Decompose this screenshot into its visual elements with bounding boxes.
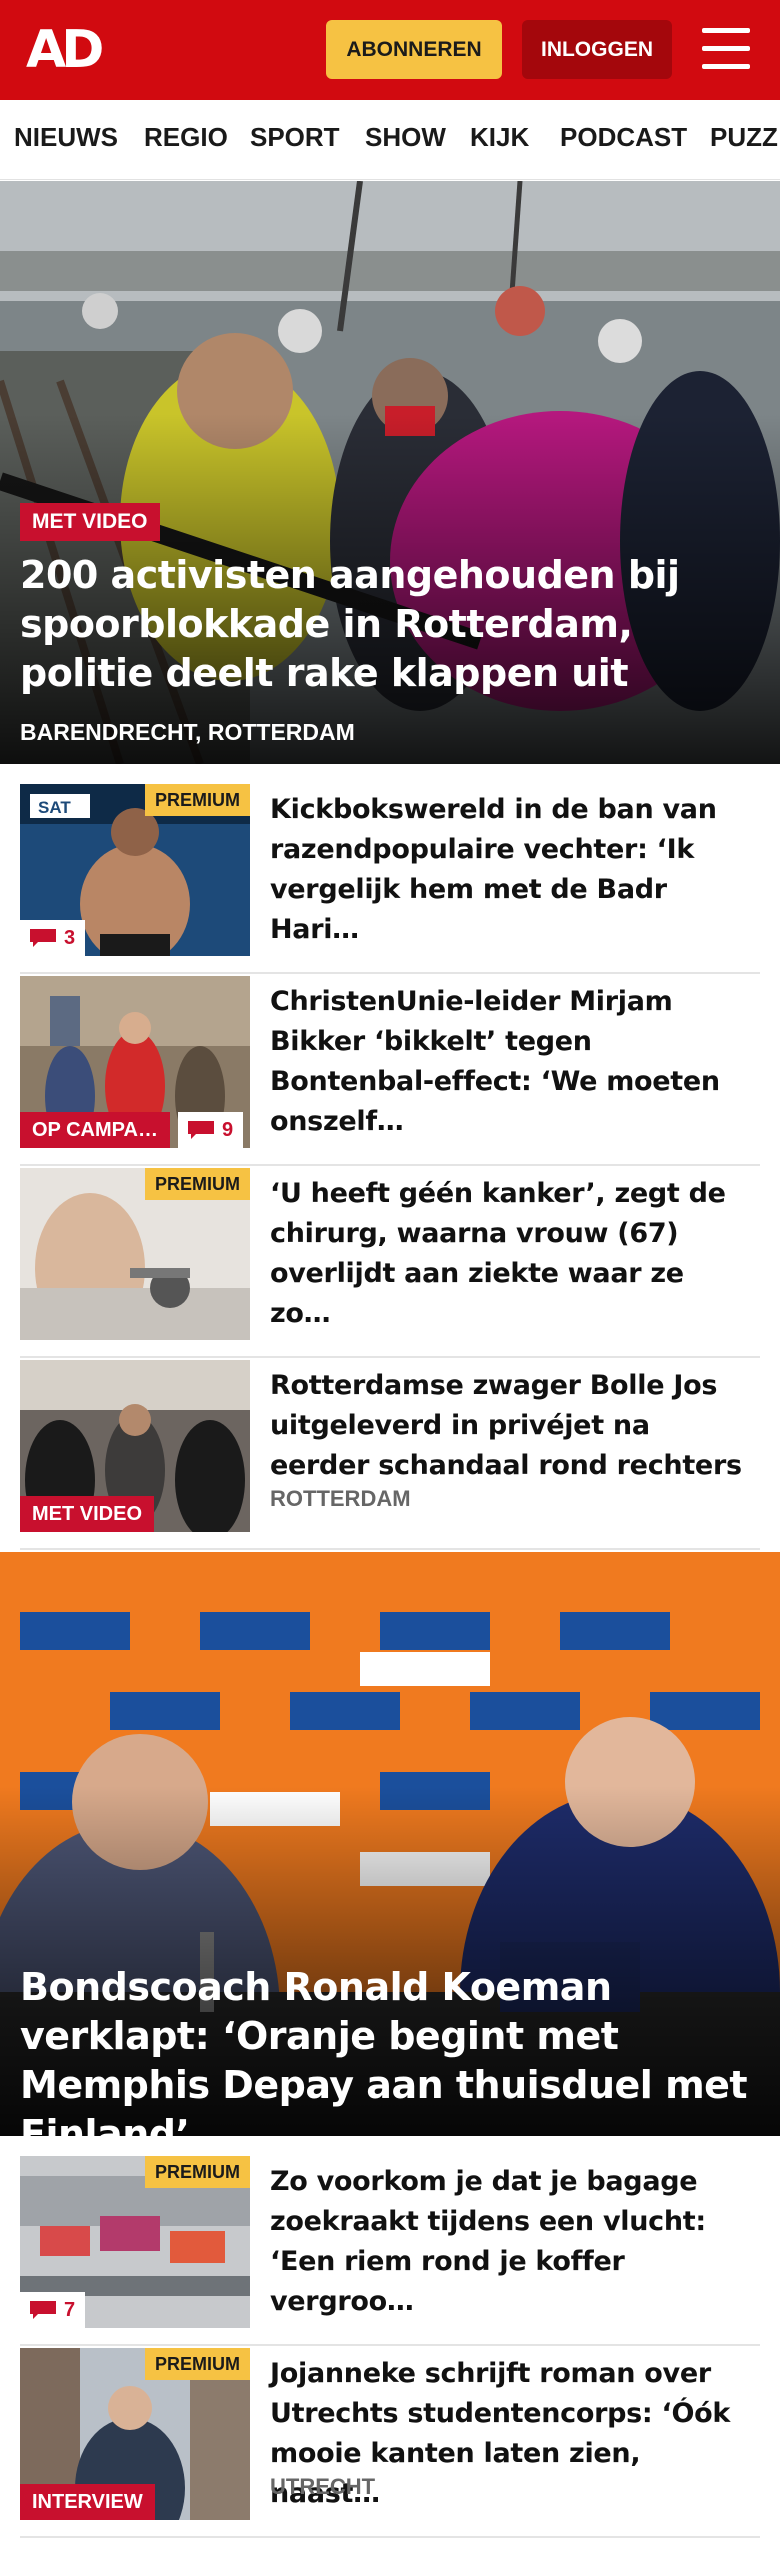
article-location: UTRECHT xyxy=(270,2474,376,2499)
hero-location: BARENDRECHT, ROTTERDAM xyxy=(20,719,355,745)
comment-bubble-icon xyxy=(30,2301,56,2319)
premium-badge: PREMIUM xyxy=(145,784,250,816)
campaign-badge: OP CAMPA… xyxy=(20,1112,170,1148)
article-title[interactable]: Zo voorkom je dat je bagage zoekraakt ti… xyxy=(270,2162,750,2322)
article-kickboks[interactable]: SAT PREMIUM 3 Kickbokswereld in de ban v… xyxy=(20,784,760,974)
nav-item-nieuws[interactable]: NIEUWS xyxy=(14,122,118,153)
comment-count[interactable]: 3 xyxy=(20,920,86,956)
comment-count[interactable]: 9 xyxy=(178,1112,244,1148)
comment-bubble-icon xyxy=(188,1121,214,1139)
article-kanker[interactable]: PREMIUM ‘U heeft géén kanker’, zegt de c… xyxy=(20,1168,760,1358)
comment-count-value: 9 xyxy=(222,1119,234,1141)
comment-count-value: 7 xyxy=(64,2299,76,2321)
hamburger-menu-icon[interactable] xyxy=(702,28,750,70)
article-bagage[interactable]: PREMIUM 7 Zo voorkom je dat je bagage zo… xyxy=(20,2156,760,2346)
comment-bubble-icon xyxy=(30,929,56,947)
article-bolle-jos[interactable]: MET VIDEO Rotterdamse zwager Bolle Jos u… xyxy=(20,1360,760,1550)
main-nav: NIEUWS REGIO SPORT SHOW KIJK PODCAST PUZ… xyxy=(0,100,780,180)
article-thumbnail: MET VIDEO xyxy=(20,1360,250,1532)
hero-title[interactable]: Bondscoach Ronald Koeman verklapt: ‘Oran… xyxy=(20,1963,770,2136)
article-title[interactable]: Rotterdamse zwager Bolle Jos uitgeleverd… xyxy=(270,1366,750,1486)
nav-item-show[interactable]: SHOW xyxy=(365,122,446,153)
interview-badge: INTERVIEW xyxy=(20,2484,155,2520)
subscribe-button[interactable]: ABONNEREN xyxy=(326,20,502,79)
comment-count[interactable]: 7 xyxy=(20,2292,86,2328)
article-title[interactable]: ChristenUnie-leider Mirjam Bikker ‘bikke… xyxy=(270,982,750,1142)
nav-item-puzzel[interactable]: PUZZ xyxy=(710,122,778,153)
ad-logo[interactable]: AD xyxy=(26,22,104,78)
article-thumbnail: PREMIUM INTERVIEW xyxy=(20,2348,250,2520)
article-christenunie[interactable]: OP CAMPA… 9 ChristenUnie-leider Mirjam B… xyxy=(20,976,760,1166)
premium-badge: PREMIUM xyxy=(145,1168,250,1200)
article-thumbnail: OP CAMPA… 9 xyxy=(20,976,250,1148)
site-header: AD ABONNEREN INLOGGEN xyxy=(0,0,780,100)
nav-item-sport[interactable]: SPORT xyxy=(250,122,340,153)
nav-item-podcast[interactable]: PODCAST xyxy=(560,122,687,153)
hero-article-protest[interactable]: MET VIDEO 200 activisten aangehouden bij… xyxy=(0,181,780,764)
article-title[interactable]: ‘U heeft géén kanker’, zegt de chirurg, … xyxy=(270,1174,750,1334)
article-jojanneke[interactable]: PREMIUM INTERVIEW Jojanneke schrijft rom… xyxy=(20,2348,760,2538)
nav-item-regio[interactable]: REGIO xyxy=(144,122,228,153)
comment-count-value: 3 xyxy=(64,927,76,949)
hero-article-koeman[interactable]: Bondscoach Ronald Koeman verklapt: ‘Oran… xyxy=(0,1552,780,2136)
nav-item-kijk[interactable]: KIJK xyxy=(470,122,529,153)
article-location: ROTTERDAM xyxy=(270,1486,411,1511)
svg-text:SAT: SAT xyxy=(38,798,71,817)
hero-title[interactable]: 200 activisten aangehouden bij spoorblok… xyxy=(20,551,760,698)
article-thumbnail: SAT PREMIUM 3 xyxy=(20,784,250,956)
premium-badge: PREMIUM xyxy=(145,2156,250,2188)
video-badge: MET VIDEO xyxy=(20,1496,155,1532)
premium-badge: PREMIUM xyxy=(145,2348,250,2380)
article-thumbnail: PREMIUM xyxy=(20,1168,250,1340)
video-badge: MET VIDEO xyxy=(20,503,160,541)
login-button[interactable]: INLOGGEN xyxy=(522,20,672,79)
article-title[interactable]: Kickbokswereld in de ban van razendpopul… xyxy=(270,790,750,950)
article-thumbnail: PREMIUM 7 xyxy=(20,2156,250,2328)
